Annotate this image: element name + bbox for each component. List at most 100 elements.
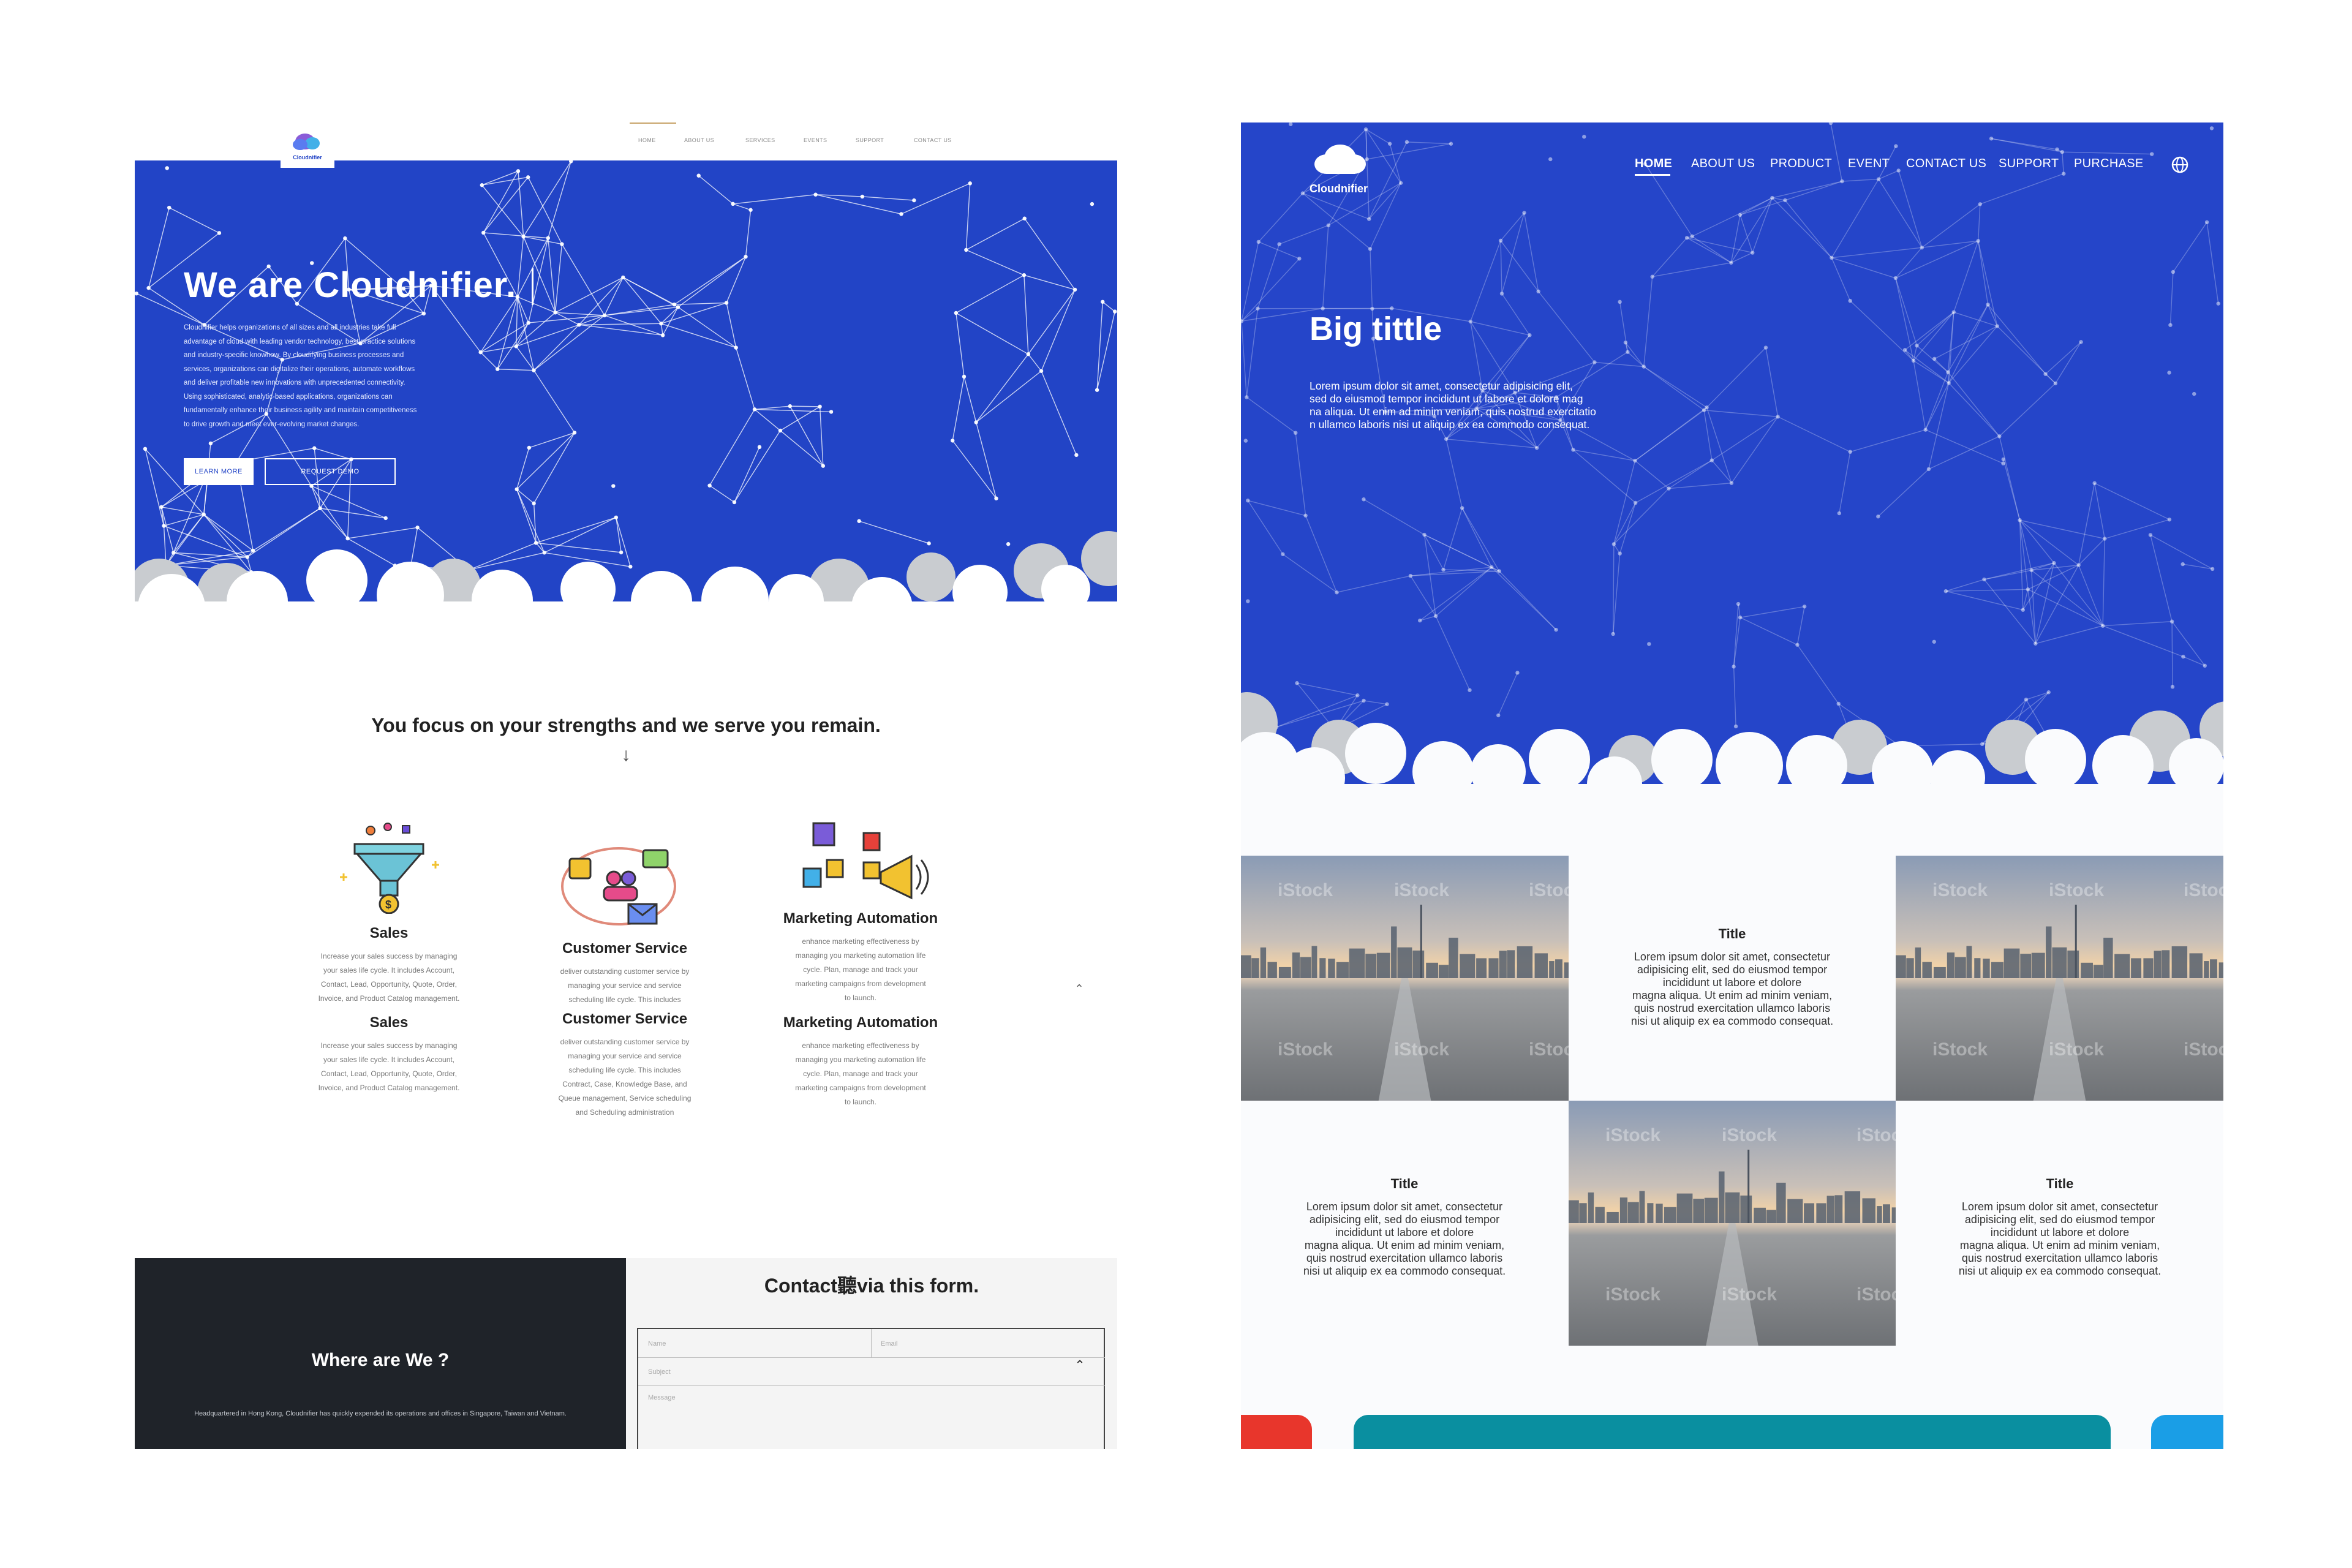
nav-contact-us[interactable]: CONTACT US: [914, 137, 952, 143]
service-title-customer-service-2: Customer Service: [562, 1011, 688, 1027]
istock-watermark: iStock: [1722, 1125, 1777, 1145]
red-card-tab[interactable]: [1241, 1415, 1312, 1449]
istock-watermark: iStock: [2049, 880, 2105, 900]
scroll-up-chevron-icon[interactable]: ⌃: [1068, 978, 1090, 1000]
left-hero-section: We are Cloudnifier. Cloudnifier helps or…: [135, 160, 1117, 614]
left-website-mockup: We are Cloudnifier. Cloudnifier helps or…: [135, 110, 1117, 1449]
nav-about-us[interactable]: ABOUT US: [1691, 157, 1755, 171]
nav-home[interactable]: HOME: [638, 137, 656, 143]
nav-about-us[interactable]: ABOUT US: [684, 137, 714, 143]
globe-icon[interactable]: [2171, 156, 2189, 174]
card-title-2: Title: [1390, 1176, 1419, 1191]
hero-body-line: and industry-specific knowhow. By cloudi…: [184, 352, 404, 359]
nav-purchase[interactable]: PURCHASE: [2074, 157, 2144, 171]
service-title-sales-2: Sales: [369, 1014, 409, 1031]
hero-body: Cloudnifier helps organizations of all s…: [184, 321, 490, 431]
left-logo[interactable]: Cloudnifier: [281, 125, 334, 168]
service-title-marketing-automation-2: Marketing Automation: [783, 1014, 938, 1031]
right-hero-section: Cloudnifier HOME ABOUT US PRODUCT EVENT …: [1241, 123, 2223, 809]
card-text-line: nisi ut aliquip ex ea commodo consequat.: [1958, 1265, 2162, 1277]
hero-body-line: Cloudnifier helps organizations of all s…: [184, 324, 396, 331]
card-text-line: magna aliqua. Ut enim ad minim veniam,: [1632, 989, 1833, 1001]
desc-line: Contact, Lead, Opportunity, Quote, Order…: [321, 1069, 457, 1078]
contact-form-frame: Name Email Subject ⌃ Message: [637, 1328, 1105, 1449]
desc-line: Contact, Lead, Opportunity, Quote, Order…: [321, 980, 457, 989]
request-demo-button[interactable]: REQUEST DEMO: [265, 458, 396, 485]
nav-support[interactable]: SUPPORT: [856, 137, 884, 143]
service-title-sales: Sales: [369, 925, 409, 941]
subject-placeholder: Subject: [648, 1368, 671, 1376]
card-text-line: incididunt ut labore et dolore: [1662, 976, 1802, 989]
desc-line: your sales life cycle. It includes Accou…: [323, 1055, 455, 1064]
city-photo-3: iStock iStock iStock iStock iStock iStock: [1569, 1101, 1896, 1346]
desc-line: Increase your sales success by managing: [320, 1041, 458, 1050]
card-text-line: incididunt ut labore et dolore: [1335, 1226, 1474, 1238]
right-cloud-logo-icon[interactable]: [1305, 135, 1378, 184]
hero-body: Lorem ipsum dolor sit amet, consectetur …: [1310, 380, 1677, 431]
hero-body-line: and deliver profitable new innovations w…: [184, 379, 405, 386]
arrow-down-icon[interactable]: ↓: [616, 745, 636, 766]
card-text-line: nisi ut aliquip ex ea commodo consequat.: [1303, 1265, 1506, 1277]
chevron-up-icon[interactable]: ⌃: [1071, 1357, 1089, 1376]
learn-more-button[interactable]: LEARN MORE: [184, 458, 254, 485]
desc-line: cycle. Plan, manage and track your: [803, 1069, 918, 1078]
card-text-line: incididunt ut labore et dolore: [1990, 1226, 2130, 1238]
cloud-border-graphic: [135, 531, 1117, 614]
hero-body-line: na aliqua. Ut enim ad minim veniam, quis…: [1310, 405, 1596, 418]
istock-watermark: iStock: [2184, 880, 2223, 900]
desc-line: managing your service and service: [568, 1052, 682, 1060]
nav-services[interactable]: SERVICES: [745, 137, 775, 143]
nav-support[interactable]: SUPPORT: [1999, 157, 2059, 171]
card-text-line: Lorem ipsum dolor sit amet, consectetur: [1306, 1200, 1503, 1213]
card-text-line: adipisicing elit, sed do eiusmod tempor: [1964, 1213, 2155, 1226]
svg-text:$: $: [385, 899, 391, 911]
istock-watermark: iStock: [2184, 1039, 2223, 1060]
name-placeholder: Name: [648, 1340, 666, 1348]
istock-watermark: iStock: [2049, 1039, 2105, 1060]
name-field[interactable]: Name: [638, 1329, 872, 1358]
where-text: Headquartered in Hong Kong, Cloudnifier …: [194, 1410, 567, 1417]
hero-body-line: to drive growth and meet ever-evolving m…: [184, 420, 360, 428]
city-photo-2: iStock iStock iStock iStock iStock iStock: [1896, 856, 2223, 1101]
contact-title: Contact聽via this form.: [764, 1275, 979, 1297]
nav-home[interactable]: HOME: [1635, 157, 1672, 171]
istock-watermark: iStock: [1529, 1039, 1569, 1060]
desc-line: Queue management, Service scheduling: [558, 1094, 692, 1102]
card-text-line: Lorem ipsum dolor sit amet, consectetur: [1634, 951, 1831, 963]
hero-body-line: services, organizations can digitalize t…: [184, 365, 415, 373]
desc-line: and Scheduling administration: [575, 1108, 674, 1117]
subject-field[interactable]: Subject ⌃: [638, 1357, 1105, 1386]
istock-watermark: iStock: [1722, 1284, 1777, 1305]
istock-watermark: iStock: [1856, 1284, 1896, 1305]
service-desc-customer-service: deliver outstanding customer service by …: [521, 965, 729, 1007]
istock-watermark: iStock: [1394, 880, 1450, 900]
card-text-line: quis nostrud exercitation ullamco labori…: [1306, 1252, 1503, 1264]
istock-watermark: iStock: [1278, 1039, 1333, 1060]
hero-body-line: fundamentally enhance their business agi…: [184, 407, 417, 414]
blue-card-tab[interactable]: [2151, 1415, 2223, 1449]
nav-product[interactable]: PRODUCT: [1770, 157, 1832, 171]
teal-card-tab[interactable]: [1354, 1415, 2111, 1449]
sales-funnel-icon: $: [340, 823, 439, 914]
card-text-line: magna aliqua. Ut enim ad minim veniam,: [1959, 1239, 2160, 1251]
card-text-line: adipisicing elit, sed do eiusmod tempor: [1637, 963, 1828, 976]
nav-contact-us[interactable]: CONTACT US: [1906, 157, 1986, 171]
istock-watermark: iStock: [1932, 880, 1988, 900]
logo-label: Cloudnifier: [293, 154, 322, 160]
card-text-line: quis nostrud exercitation ullamco labori…: [1634, 1002, 1831, 1014]
right-logo-label: Cloudnifier: [1310, 183, 1368, 195]
where-title: Where are We ?: [311, 1350, 450, 1370]
istock-watermark: iStock: [1394, 1039, 1450, 1060]
message-field[interactable]: Message: [638, 1385, 1105, 1449]
hero-body-line: n ullamco laboris nisi ut aliquip ex ea …: [1310, 418, 1590, 431]
right-website-mockup: Cloudnifier HOME ABOUT US PRODUCT EVENT …: [1241, 123, 2223, 1449]
where-are-we-panel: Where are We ? Headquartered in Hong Kon…: [135, 1258, 626, 1449]
hero-title: Big tittle: [1310, 311, 1442, 347]
email-field[interactable]: Email: [871, 1329, 1105, 1358]
card-text-2: Lorem ipsum dolor sit amet, consectetur …: [1265, 1200, 1544, 1278]
desc-line: Invoice, and Product Catalog management.: [318, 994, 460, 1003]
cloud-border-graphic: [1241, 692, 2223, 809]
nav-events[interactable]: EVENTS: [804, 137, 827, 143]
nav-event[interactable]: EVENT: [1848, 157, 1890, 171]
card-text-1: Lorem ipsum dolor sit amet, consectetur …: [1593, 951, 1871, 1028]
